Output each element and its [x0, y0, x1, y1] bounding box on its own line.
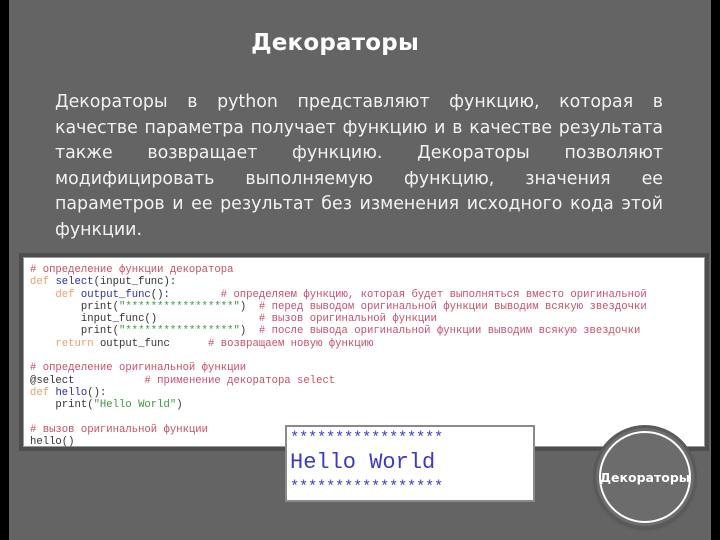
code-token-name: select [55, 276, 94, 289]
code-token-comment: # перед выводом оригинальной функции выв… [258, 300, 647, 313]
code-token-plain: (input_func): [93, 276, 177, 289]
code-line: print("*****************") # после вывод… [30, 325, 704, 337]
code-token-name: hello [55, 386, 88, 399]
code-screenshot-frame: # определение функции декоратора def sele… [19, 253, 709, 451]
code-token-plain: output_func [99, 337, 209, 350]
code-token-kw: def [30, 288, 81, 301]
code-line: return output_func # возвращаем новую фу… [30, 338, 704, 350]
code-token-str: "Hello World" [93, 399, 177, 412]
left-black-bar [0, 0, 9, 540]
code-token-comment: # определяем функцию, которая будет выпо… [220, 288, 647, 301]
badge-label: Декораторы [599, 469, 691, 485]
code-token-plain: print( [30, 300, 120, 313]
code-line: def output_func(): # определяем функцию,… [30, 289, 704, 301]
code-token-kw: def [30, 386, 56, 399]
code-token-plain: print( [30, 325, 120, 338]
section-badge[interactable]: Декораторы [596, 428, 694, 526]
code-token-plain: print( [30, 399, 94, 412]
code-token-plain: ) [239, 300, 259, 313]
code-token-plain: @select [30, 374, 145, 387]
code-line: @select # применение декоратора select [30, 375, 704, 387]
program-output: ***************** Hello World **********… [285, 425, 535, 502]
code-token-name: output_func [80, 288, 151, 301]
code-token-plain: (): [150, 288, 221, 301]
code-token-str: "*****************" [119, 325, 240, 338]
code-token-comment: # применение декоратора select [144, 374, 336, 387]
code-token-comment: # вызов оригинальной функции [258, 313, 437, 326]
code-token-kw: def [30, 276, 56, 289]
code-token-comment: # вызов оригинальной функции [30, 423, 209, 436]
code-line: def hello(): [30, 387, 704, 399]
code-token-comment: # возвращаем новую функцию [208, 337, 374, 350]
code-token-plain: ) [239, 325, 259, 338]
code-token-plain: hello() [30, 436, 75, 449]
right-black-bar [711, 0, 720, 540]
code-line: print("Hello World") [30, 399, 704, 411]
output-hello-world: Hello World [290, 450, 436, 475]
slide-description: Декораторы в python представляют функцию… [55, 92, 663, 240]
code-token-str: "*****************" [119, 300, 240, 313]
code-token-comment: # определение оригинальной функции [30, 362, 247, 375]
code-token-kw: return [30, 337, 100, 350]
code-token-plain: input_func() [30, 313, 259, 326]
code-token-comment: # после вывода оригинальной функции выво… [258, 325, 641, 338]
code-line: # определение функции декоратора [30, 264, 704, 276]
code-token-comment: # определение функции декоратора [30, 264, 234, 276]
output-stars-bottom: ***************** [290, 478, 444, 496]
output-stars-top: ***************** [290, 429, 444, 447]
code-line: print("*****************") # перед вывод… [30, 301, 704, 313]
code-line: # определение оригинальной функции [30, 362, 704, 374]
code-token-plain: (): [87, 386, 107, 399]
code-token-plain: ) [176, 399, 183, 412]
code-block: # определение функции декоратора def sele… [23, 257, 705, 449]
code-line: def select(input_func): [30, 276, 704, 288]
slide-title: Декораторы [251, 30, 419, 56]
code-line: input_func() # вызов оригинальной функци… [30, 313, 704, 325]
